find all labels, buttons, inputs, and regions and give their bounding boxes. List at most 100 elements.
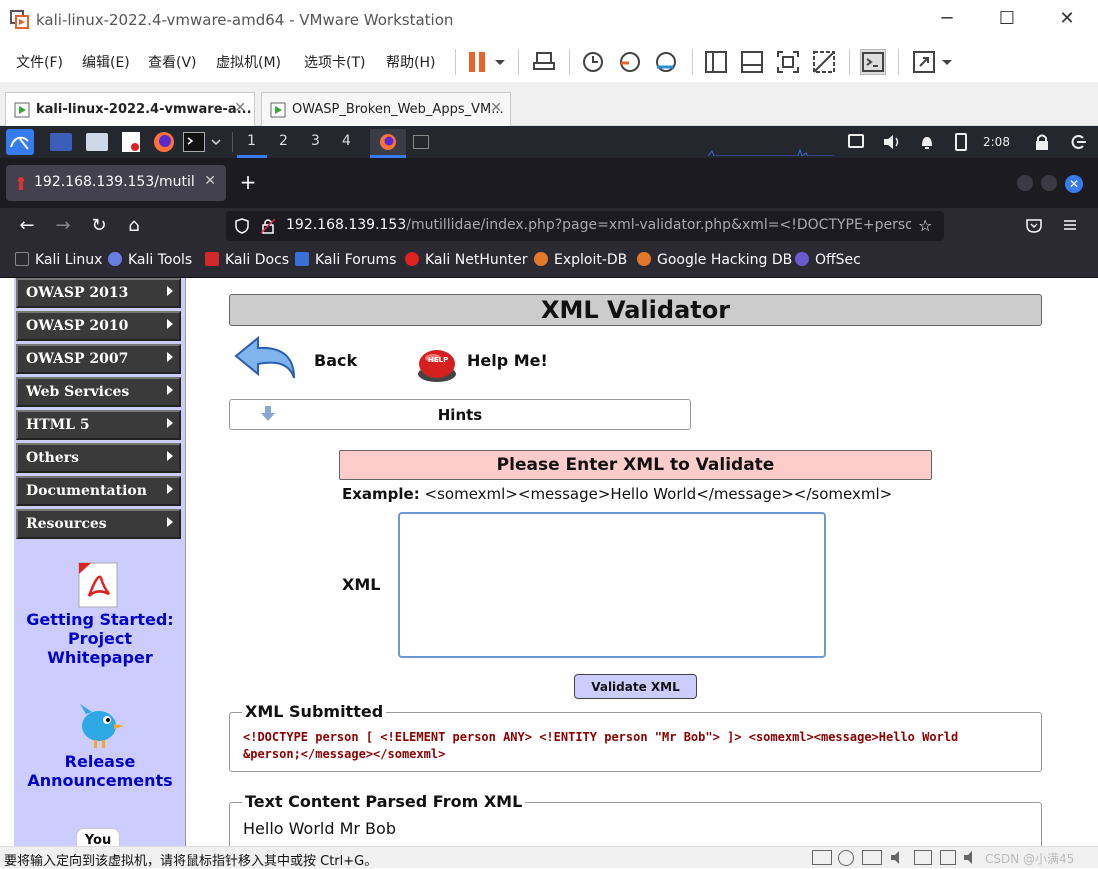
sidebar-item-resources[interactable]: Resources: [16, 509, 181, 539]
printer-icon[interactable]: [940, 850, 956, 865]
kali-menu-icon[interactable]: [6, 129, 34, 155]
window-minimize-dot[interactable]: [1017, 175, 1033, 191]
snapshot-manager-icon[interactable]: [653, 49, 679, 75]
close-tab-icon[interactable]: ✕: [234, 100, 246, 116]
new-tab-icon[interactable]: +: [238, 172, 258, 192]
sidebar-item-web-services[interactable]: Web Services: [16, 377, 181, 407]
notification-bell-icon[interactable]: [918, 133, 936, 151]
panel-clock[interactable]: 2:08: [983, 135, 1010, 149]
bookmark-kali-linux[interactable]: Kali Linux: [15, 252, 102, 268]
forward-arrow-icon[interactable]: →: [51, 214, 75, 238]
back-arrow-icon[interactable]: [232, 334, 298, 390]
shield-icon[interactable]: [234, 218, 250, 234]
reload-icon[interactable]: ↻: [87, 214, 111, 238]
help-me-link[interactable]: Help Me!: [467, 351, 548, 370]
minimize-button[interactable]: ─: [925, 8, 969, 32]
sidebar-item-owasp-2013[interactable]: OWASP 2013: [16, 278, 181, 308]
thumbnail-bar-icon[interactable]: [739, 49, 765, 75]
workspace-3[interactable]: 3: [311, 133, 320, 149]
xml-input[interactable]: [398, 512, 826, 658]
menu-help[interactable]: 帮助(H): [386, 52, 435, 72]
home-icon[interactable]: ⌂: [122, 214, 146, 238]
hamburger-menu-icon[interactable]: [1062, 217, 1078, 233]
url-bar[interactable]: 192.168.139.153/mutillidae/index.php?pag…: [226, 211, 944, 241]
bookmark-kali-forums[interactable]: Kali Forums: [295, 252, 396, 268]
revert-snapshot-icon[interactable]: [617, 49, 643, 75]
full-screen-icon[interactable]: [775, 49, 801, 75]
usb-controller-icon[interactable]: [914, 850, 932, 865]
help-button-icon[interactable]: HELP: [414, 340, 460, 386]
show-desktop-icon[interactable]: [50, 133, 72, 151]
bookmark-exploit-db[interactable]: Exploit-DB: [534, 252, 627, 268]
cd-dvd-icon[interactable]: [838, 850, 854, 866]
back-arrow-icon[interactable]: ←: [15, 214, 39, 238]
validate-xml-button[interactable]: Validate XML: [574, 674, 697, 699]
window-close-icon[interactable]: ✕: [1065, 175, 1083, 193]
menu-view[interactable]: 查看(V): [148, 52, 197, 72]
submenu-arrow-icon: [167, 319, 173, 329]
bookmark-kali-docs[interactable]: Kali Docs: [205, 252, 289, 268]
unity-icon[interactable]: [811, 49, 837, 75]
file-manager-icon[interactable]: [86, 133, 108, 151]
bookmark-google-hacking-db[interactable]: Google Hacking DB: [637, 252, 792, 268]
back-link[interactable]: Back: [314, 351, 357, 370]
twitter-bird-icon[interactable]: [72, 702, 126, 752]
logout-icon[interactable]: [1069, 133, 1087, 151]
vm-tab-owasp[interactable]: OWASP_Broken_Web_Apps_VM... ✕: [261, 92, 511, 126]
firefox-icon[interactable]: [153, 131, 175, 153]
close-tab-icon[interactable]: ✕: [204, 173, 216, 189]
vm-tab-label: OWASP_Broken_Web_Apps_VM...: [292, 102, 504, 117]
workspace-1[interactable]: 1: [247, 133, 256, 149]
power-dropdown-icon[interactable]: [492, 49, 508, 75]
send-ctrl-alt-del-icon[interactable]: [531, 49, 557, 75]
text-editor-icon[interactable]: [122, 132, 140, 152]
menu-tabs[interactable]: 选项卡(T): [304, 52, 365, 72]
close-tab-icon[interactable]: ✕: [490, 100, 502, 116]
vm-tab-kali[interactable]: kali-linux-2022.4-vmware-a... ✕: [5, 92, 255, 126]
hints-toggle[interactable]: Hints: [229, 399, 691, 430]
sidebar-item-others[interactable]: Others: [16, 443, 181, 473]
taskbar-terminal[interactable]: [413, 135, 429, 149]
taskbar-firefox[interactable]: [370, 129, 406, 158]
menu-edit[interactable]: 编辑(E): [82, 52, 130, 72]
pdf-icon[interactable]: [77, 562, 119, 608]
screenshot-icon[interactable]: [848, 134, 864, 148]
bookmark-kali-tools[interactable]: Kali Tools: [108, 252, 192, 268]
sidebar-item-documentation[interactable]: Documentation: [16, 476, 181, 506]
close-window-button[interactable]: ✕: [1045, 8, 1089, 32]
workspace-4[interactable]: 4: [342, 133, 351, 149]
menu-file[interactable]: 文件(F): [16, 52, 63, 72]
sidebar-item-html5[interactable]: HTML 5: [16, 410, 181, 440]
sidebar-item-owasp-2007[interactable]: OWASP 2007: [16, 344, 181, 374]
sidebar-toggle-icon[interactable]: [703, 49, 729, 75]
sound-card-icon[interactable]: [890, 850, 906, 865]
pause-icon[interactable]: [465, 49, 491, 75]
console-view-icon[interactable]: [860, 49, 886, 75]
lock-screen-icon[interactable]: [1034, 133, 1050, 151]
insecure-lock-icon[interactable]: [260, 218, 276, 234]
stretch-guest-icon[interactable]: [911, 49, 937, 75]
maximize-button[interactable]: ☐: [985, 8, 1029, 32]
stretch-dropdown-icon[interactable]: [939, 49, 955, 75]
bookmark-offsec[interactable]: OffSec: [795, 252, 861, 268]
audio-output-icon[interactable]: [963, 850, 979, 865]
sidebar-item-owasp-2010[interactable]: OWASP 2010: [16, 311, 181, 341]
battery-icon[interactable]: [955, 133, 967, 151]
snapshot-icon[interactable]: [580, 49, 606, 75]
network-adapter-icon[interactable]: [862, 850, 882, 865]
terminal-icon[interactable]: [183, 132, 205, 152]
getting-started-line: Project: [67, 629, 133, 648]
firefox-tab-mutillidae[interactable]: 192.168.139.153/mutillidae ✕: [6, 165, 226, 201]
bookmark-kali-nethunter[interactable]: Kali NetHunter: [405, 252, 527, 268]
chevron-down-icon[interactable]: [210, 136, 222, 148]
window-maximize-dot[interactable]: [1041, 175, 1057, 191]
workspace-2[interactable]: 2: [279, 133, 288, 149]
menu-vm[interactable]: 虚拟机(M): [216, 52, 281, 72]
release-announcements-link[interactable]: Release Announcements: [14, 752, 186, 790]
pocket-icon[interactable]: [1025, 217, 1043, 235]
volume-icon[interactable]: [882, 133, 902, 151]
hard-disk-icon[interactable]: [812, 850, 832, 865]
youtube-icon[interactable]: You: [76, 828, 120, 846]
getting-started-link[interactable]: Getting Started: Project Whitepaper: [14, 610, 186, 667]
bookmark-star-icon[interactable]: ☆: [918, 217, 936, 235]
